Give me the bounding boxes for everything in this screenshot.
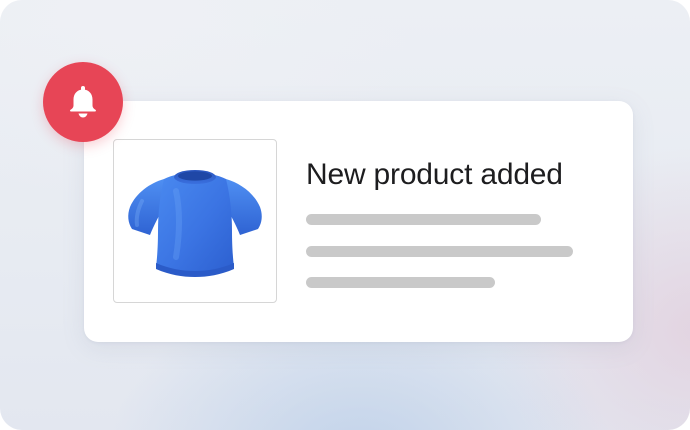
text-placeholder-line-1 [306,214,541,225]
notification-scene: New product added [0,0,690,430]
text-placeholder-line-3 [306,277,495,288]
product-thumbnail[interactable] [113,139,277,303]
bell-icon [70,86,96,118]
notification-title: New product added [306,158,563,191]
notification-card[interactable]: New product added [84,101,633,342]
tshirt-image [128,170,262,277]
text-placeholder-line-2 [306,246,573,257]
notification-bell-badge[interactable] [43,62,123,142]
